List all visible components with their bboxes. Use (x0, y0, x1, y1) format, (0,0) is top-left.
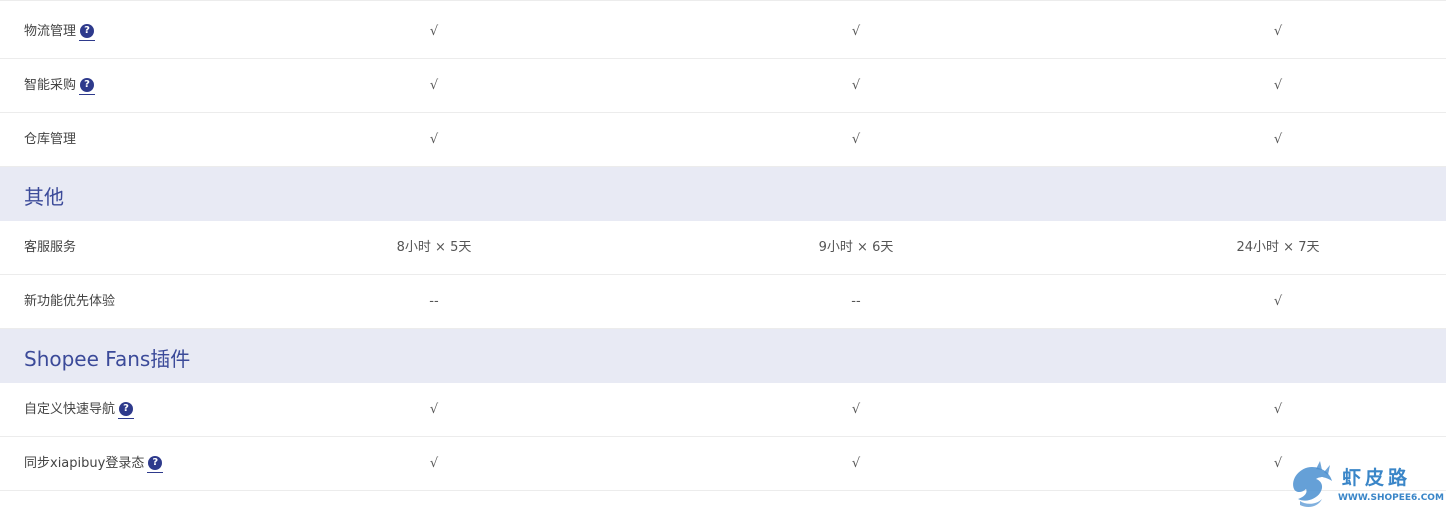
cell-plan-3: √ (1273, 78, 1283, 93)
help-icon[interactable]: ? (79, 77, 96, 95)
cell-plan-2: √ (851, 24, 861, 39)
help-icon[interactable]: ? (118, 401, 135, 419)
cell-plan-2: -- (851, 294, 861, 309)
cell-plan-3: √ (1273, 402, 1283, 417)
table-row: 智能采购? √ √ √ (0, 59, 1446, 113)
cell-plan-2: √ (851, 132, 861, 147)
cell-plan-3: √ (1273, 132, 1283, 147)
cell-plan-1: √ (429, 456, 439, 471)
cell-plan-2: 9小时 × 6天 (818, 240, 894, 255)
table-row: 同步xiapibuy登录态? √ √ √ (0, 437, 1446, 491)
row-label: 同步xiapibuy登录态? (24, 437, 164, 491)
row-label-text: 智能采购 (24, 78, 77, 93)
row-label-text: 物流管理 (24, 24, 77, 39)
cell-plan-3: √ (1273, 294, 1283, 309)
cell-plan-2: √ (851, 456, 861, 471)
cell-plan-1: √ (429, 132, 439, 147)
table-row: 客服服务 8小时 × 5天 9小时 × 6天 24小时 × 7天 (0, 221, 1446, 275)
cell-plan-3: √ (1273, 24, 1283, 39)
cell-plan-1: -- (429, 294, 439, 309)
table-row: 仓库管理 √ √ √ (0, 113, 1446, 167)
row-label-text: 同步xiapibuy登录态 (24, 456, 145, 471)
row-label: 客服服务 (24, 240, 77, 255)
section-title: Shopee Fans插件 (24, 347, 191, 371)
cell-plan-3: 24小时 × 7天 (1236, 240, 1320, 255)
row-label: 自定义快速导航? (24, 383, 135, 437)
row-label-text: 自定义快速导航 (24, 402, 116, 417)
table-row: 自定义快速导航? √ √ √ (0, 383, 1446, 437)
feature-comparison-table: 物流管理? √ √ √ 智能采购? √ √ √ 仓库管理 √ √ √ 其他 客服… (0, 0, 1446, 525)
cell-plan-1: 8小时 × 5天 (396, 240, 472, 255)
help-icon[interactable]: ? (79, 23, 96, 41)
cell-plan-1: √ (429, 24, 439, 39)
section-title: 其他 (24, 185, 64, 209)
watermark-title: 虾皮路 (1342, 467, 1412, 489)
cell-plan-2: √ (851, 78, 861, 93)
dragon-logo-icon (1293, 461, 1332, 507)
help-icon[interactable]: ? (147, 455, 164, 473)
table-row: 物流管理? √ √ √ (0, 5, 1446, 59)
row-label: 新功能优先体验 (24, 294, 116, 309)
table-row: 新功能优先体验 -- -- √ (0, 275, 1446, 329)
section-header-plugin: Shopee Fans插件 (0, 329, 1446, 383)
cell-plan-2: √ (851, 402, 861, 417)
row-label: 仓库管理 (24, 132, 77, 147)
watermark: 虾皮路 WWW.SHOPEE6.COM (1286, 459, 1446, 519)
cell-plan-1: √ (429, 78, 439, 93)
cell-plan-1: √ (429, 402, 439, 417)
row-label: 智能采购? (24, 59, 96, 113)
watermark-url: WWW.SHOPEE6.COM (1338, 493, 1444, 503)
row-label: 物流管理? (24, 5, 96, 59)
section-header-other: 其他 (0, 167, 1446, 221)
